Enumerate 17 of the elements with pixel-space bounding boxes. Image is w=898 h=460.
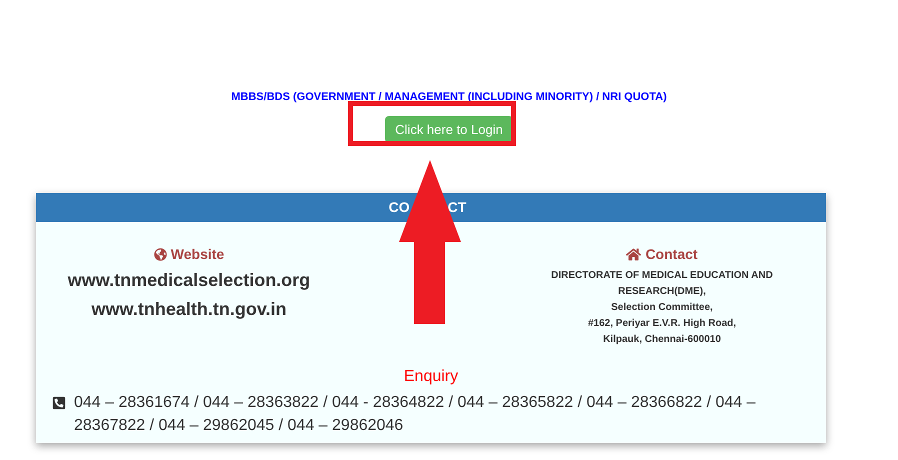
address-line: Selection Committee, (610, 301, 714, 315)
home-icon (626, 247, 642, 262)
phone-numbers: 044 – 28361674 / 044 – 28363822 / 044 - 28364822 / 044 – 28365822 / 044 – 28366822 / 044 – 28367822 / 044 – 29862045 / 044 – 29862046 (74, 393, 757, 436)
address-line: #162, Periyar E.V.R. High Road, (586, 317, 738, 331)
login-button[interactable]: Click here to Login (385, 116, 513, 143)
website-url: www.tnhealth.tn.gov.in (92, 298, 286, 321)
address-line: DIRECTORATE OF MEDICAL EDUCATION AND RESEARCH(DME), (550, 269, 774, 299)
header-title: CT (448, 198, 466, 217)
header-title: CO (388, 198, 410, 217)
quota-title: MBBS/BDS (GOVERNMENT / MANAGEMENT (INCLUDING MINORITY) / NRI QUOTA) (231, 91, 667, 103)
enquiry-heading: Enquiry (404, 367, 458, 387)
phone-icon (52, 396, 66, 410)
contact-heading: Contact (645, 245, 698, 264)
website-url: www.tnmedicalselection.org (68, 269, 310, 292)
website-heading: Website (170, 245, 224, 264)
address-line: Kilpauk, Chennai-600010 (602, 333, 722, 347)
globe-icon (154, 248, 167, 261)
